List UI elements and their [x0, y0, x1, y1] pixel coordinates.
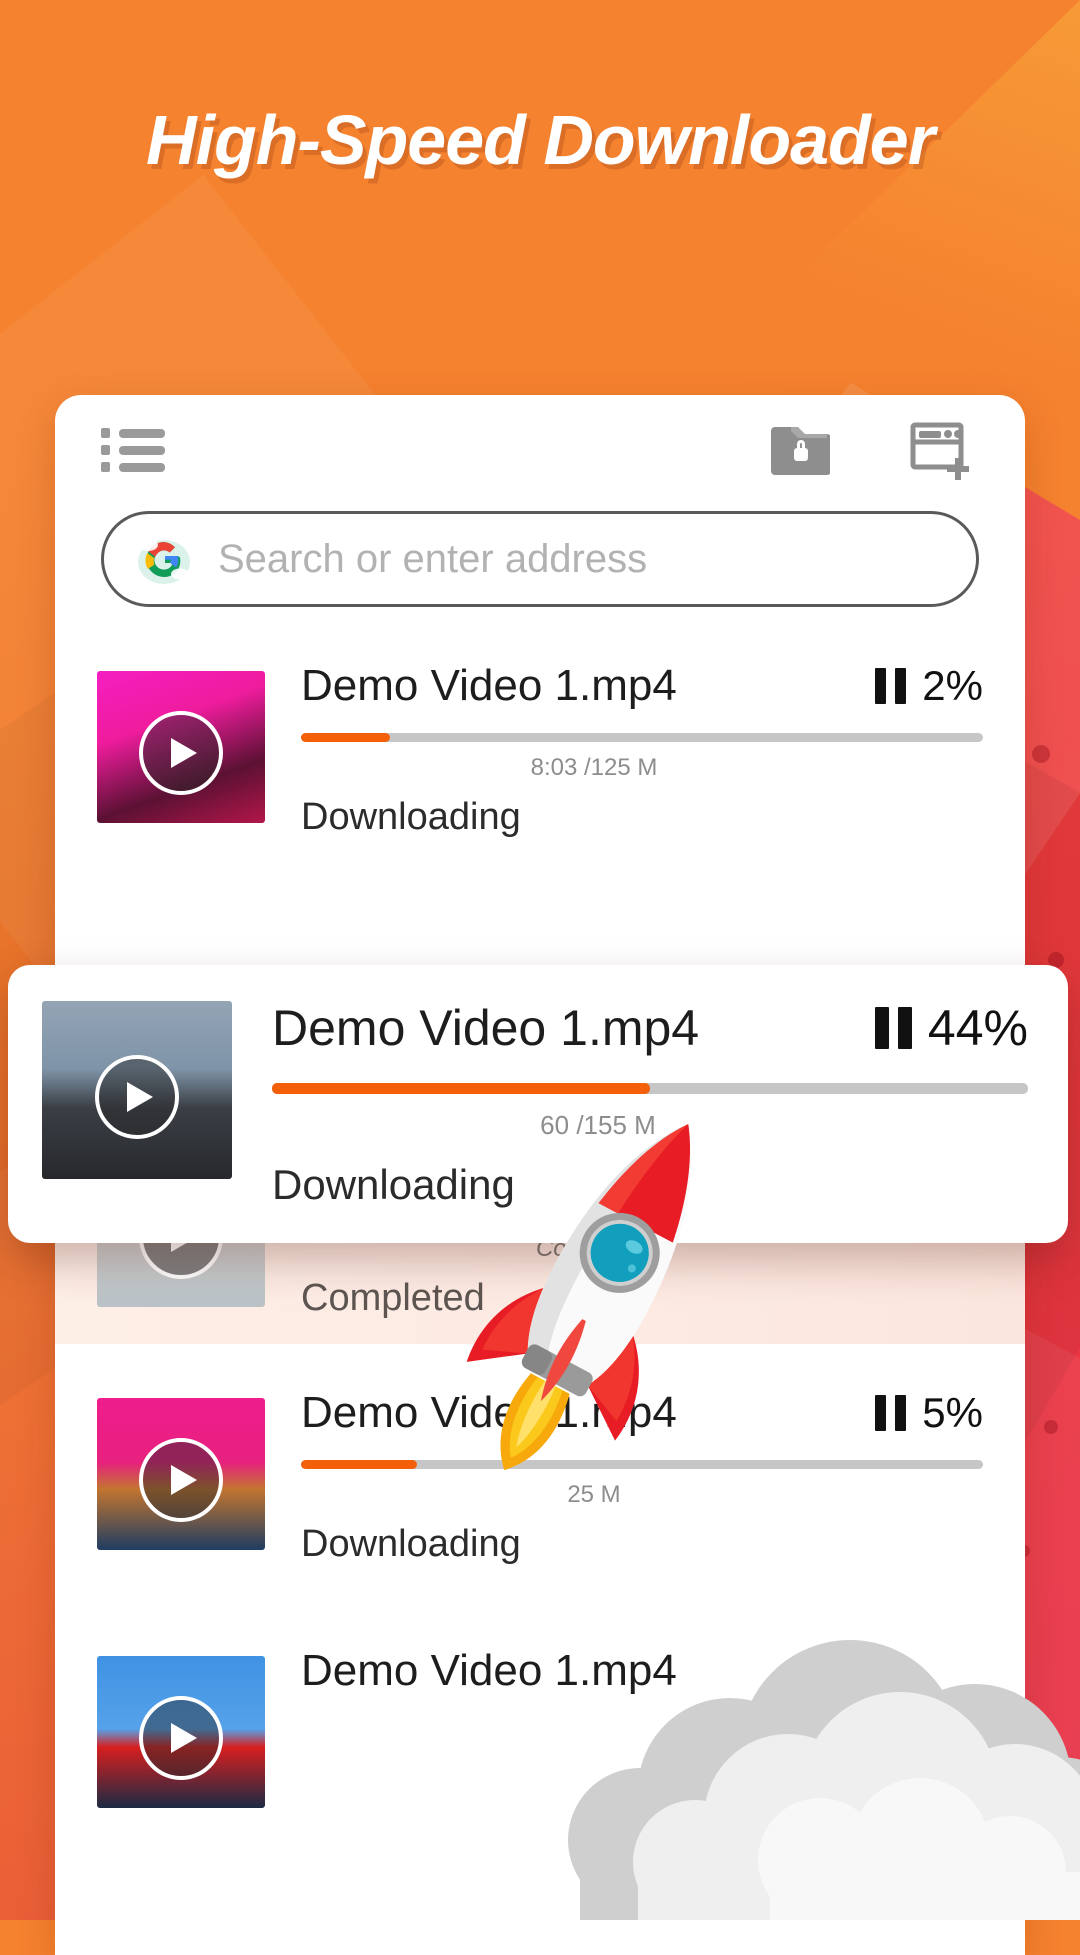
- download-progress-indicator: 44%: [865, 999, 1028, 1057]
- search-placeholder: Search or enter address: [218, 536, 648, 581]
- progress-bar[interactable]: [301, 733, 983, 742]
- locked-folder-icon[interactable]: [761, 412, 837, 488]
- download-status: Downloading: [301, 1523, 521, 1565]
- download-percent: 5%: [922, 1389, 983, 1436]
- search-input[interactable]: Search or enter address: [101, 511, 979, 607]
- play-icon[interactable]: [139, 711, 223, 796]
- download-title: Demo Video 1.mp4: [301, 661, 677, 710]
- download-info: Demo Video 1.mp4 2% 8:03 /125 M Download…: [265, 657, 983, 839]
- pause-icon[interactable]: [875, 1395, 907, 1431]
- download-percent: 2%: [922, 662, 983, 709]
- video-thumbnail[interactable]: [97, 671, 265, 823]
- download-progress-indicator: 5%: [865, 1389, 983, 1437]
- video-thumbnail[interactable]: [42, 1001, 232, 1179]
- pause-icon[interactable]: [874, 1007, 912, 1049]
- new-window-icon[interactable]: [903, 412, 979, 488]
- progress-bar-fill: [301, 1460, 417, 1469]
- play-icon[interactable]: [95, 1055, 179, 1140]
- download-size: 8:03 /125 M: [530, 754, 658, 781]
- smoke-clouds-icon: [520, 1590, 1080, 1938]
- progress-bar-fill: [301, 733, 390, 742]
- app-toolbar: [55, 395, 1025, 505]
- download-row[interactable]: Demo Video 1.mp4 2% 8:03 /125 M Download…: [55, 629, 1025, 863]
- download-progress-indicator: 2%: [865, 662, 983, 710]
- download-status: Downloading: [301, 796, 521, 838]
- play-icon[interactable]: [139, 1696, 223, 1781]
- search-bar-container: Search or enter address: [55, 505, 1025, 607]
- download-title: Demo Video 1.mp4: [272, 1000, 700, 1056]
- download-header: Demo Video 1.mp4 44%: [272, 999, 1028, 1057]
- download-percent: 44%: [927, 1000, 1028, 1056]
- video-thumbnail[interactable]: [97, 1398, 265, 1550]
- bg-dot: [1044, 1420, 1058, 1434]
- play-icon[interactable]: [139, 1438, 223, 1523]
- google-g-icon: [134, 528, 196, 590]
- page-title: High-Speed Downloader: [146, 101, 935, 179]
- bg-dot: [1032, 745, 1050, 763]
- pause-icon[interactable]: [875, 668, 907, 704]
- list-menu-icon[interactable]: [101, 428, 167, 472]
- download-header: Demo Video 1.mp4 2%: [301, 661, 983, 711]
- video-thumbnail[interactable]: [97, 1656, 265, 1808]
